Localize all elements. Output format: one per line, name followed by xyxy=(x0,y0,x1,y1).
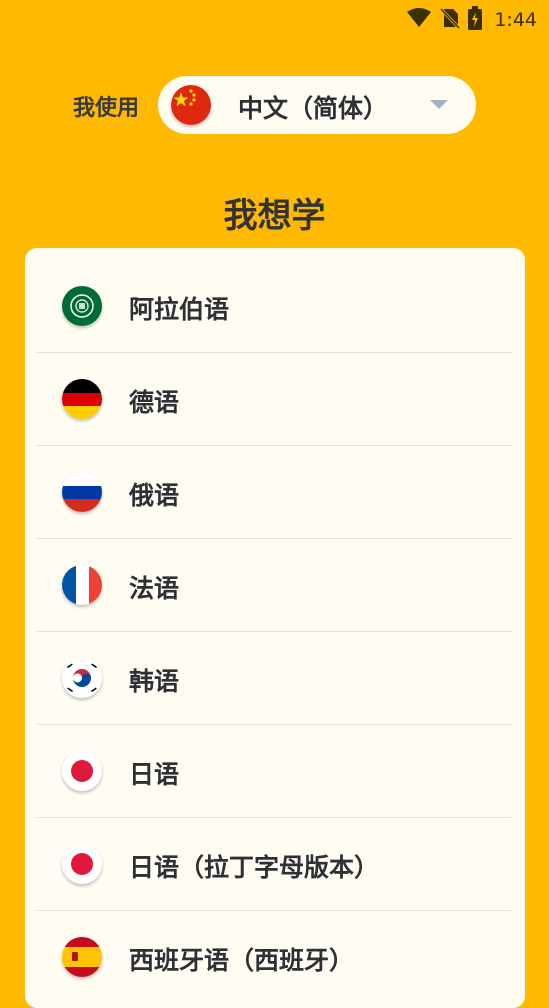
list-item-german[interactable]: 德语 xyxy=(25,353,525,446)
germany-flag-icon xyxy=(62,379,102,419)
selected-language-label: 中文（简体） xyxy=(238,94,389,123)
status-time: 1:44 xyxy=(494,9,537,31)
wifi-icon xyxy=(406,7,432,33)
list-item-label: 法语 xyxy=(129,574,180,603)
arab-league-flag-icon xyxy=(62,286,102,326)
spain-flag-icon xyxy=(62,937,102,977)
list-item-spanish-spain[interactable]: 西班牙语（西班牙） xyxy=(25,911,525,1004)
south-korea-flag-icon xyxy=(62,658,102,698)
japan-flag-icon xyxy=(62,751,102,791)
page-title: 我想学 xyxy=(223,196,326,236)
language-list: 阿拉伯语 德语 俄语 法语 韩语 日语 日语（拉丁字母版本） 西班牙语（西班牙） xyxy=(25,248,525,1008)
list-item-arabic[interactable]: 阿拉伯语 xyxy=(25,260,525,353)
no-sim-icon xyxy=(440,7,461,33)
list-item-label: 日语 xyxy=(129,760,180,789)
list-item-label: 韩语 xyxy=(129,667,180,696)
list-item-label: 阿拉伯语 xyxy=(129,295,230,324)
list-item-label: 西班牙语（西班牙） xyxy=(129,946,355,975)
list-item-label: 俄语 xyxy=(129,481,180,510)
source-language-label: 我使用 xyxy=(73,96,140,121)
battery-charging-icon xyxy=(468,6,483,34)
source-language-row: 我使用 中文（简体） xyxy=(0,76,549,134)
list-item-japanese-latin[interactable]: 日语（拉丁字母版本） xyxy=(25,818,525,911)
list-item-russian[interactable]: 俄语 xyxy=(25,446,525,539)
list-item-label: 德语 xyxy=(129,388,180,417)
china-flag-icon xyxy=(171,85,211,125)
france-flag-icon xyxy=(62,565,102,605)
list-item-korean[interactable]: 韩语 xyxy=(25,632,525,725)
list-item-label: 日语（拉丁字母版本） xyxy=(129,853,380,882)
source-language-dropdown[interactable]: 中文（简体） xyxy=(158,76,476,134)
russia-flag-icon xyxy=(62,472,102,512)
status-icons: 1:44 xyxy=(406,6,537,34)
list-item-french[interactable]: 法语 xyxy=(25,539,525,632)
status-bar: 1:44 xyxy=(0,0,549,36)
japan-flag-icon xyxy=(62,844,102,884)
chevron-down-icon xyxy=(430,100,448,109)
list-item-japanese[interactable]: 日语 xyxy=(25,725,525,818)
